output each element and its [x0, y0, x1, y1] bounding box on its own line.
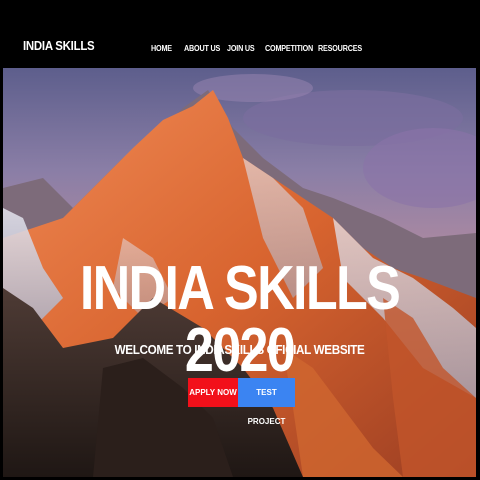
apply-now-button[interactable]: APPLY NOW — [188, 378, 238, 407]
test-project-button[interactable]: TEST PROJECT — [238, 378, 295, 426]
site-logo[interactable]: INDIA SKILLS — [23, 38, 95, 53]
hero-section: INDIA SKILLS 2020 WELCOME TO INDIASKILLS… — [3, 68, 476, 477]
nav-join-us[interactable]: JOIN US — [227, 44, 255, 53]
hero-subtitle: WELCOME TO INDIASKILLS OFICIAL WEBSITE — [114, 342, 365, 357]
nav-home[interactable]: HOME — [151, 44, 172, 53]
top-navbar: INDIA SKILLS HOME ABOUT US JOIN US COMPE… — [3, 4, 476, 68]
page: INDIA SKILLS HOME ABOUT US JOIN US COMPE… — [0, 0, 480, 480]
nav-about-us[interactable]: ABOUT US — [184, 44, 220, 53]
nav-competition[interactable]: COMPETITION — [265, 44, 313, 53]
nav-resources[interactable]: RESOURCES — [318, 44, 362, 53]
hero-title: INDIA SKILLS 2020 — [79, 254, 401, 385]
